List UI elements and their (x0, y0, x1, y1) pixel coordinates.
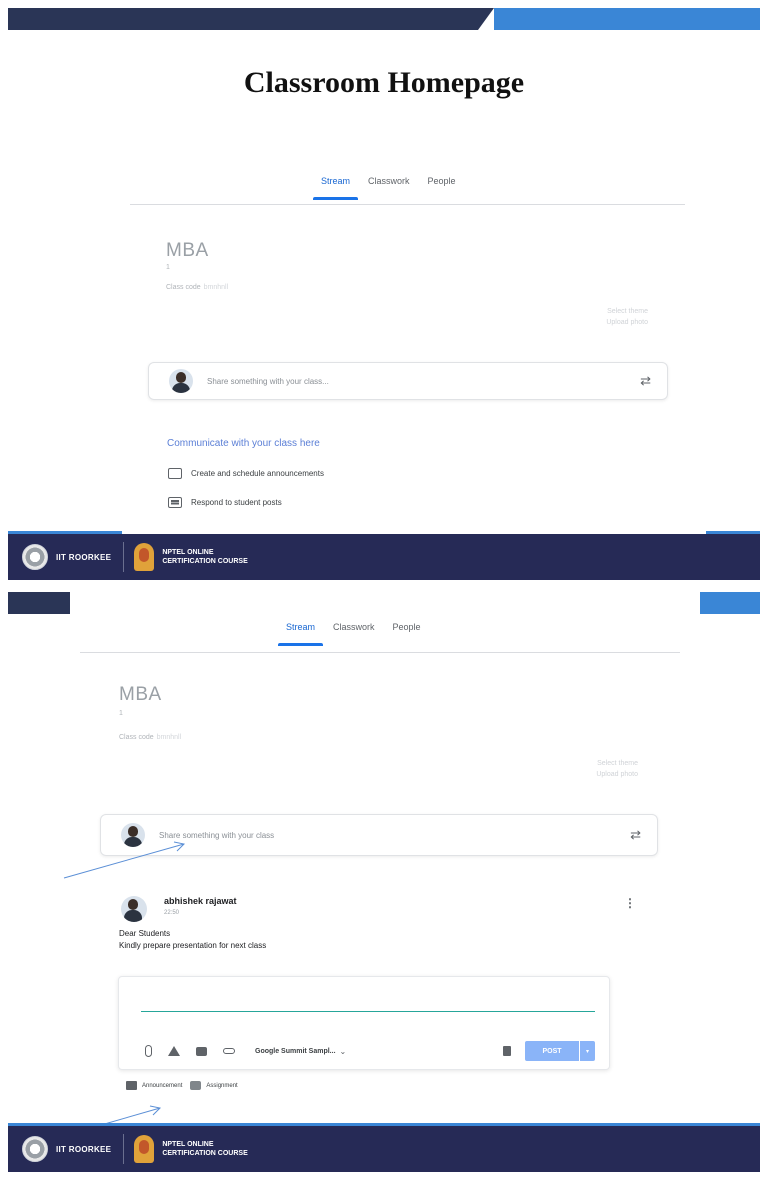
footer-divider (123, 1134, 125, 1164)
footer-nptel-line2: CERTIFICATION COURSE (162, 558, 248, 565)
student-posts-hint: Respond to student posts (168, 497, 282, 508)
top-band-wedge (478, 8, 494, 30)
tab-people[interactable]: People (428, 176, 456, 198)
upload-photo-link[interactable]: Upload photo (606, 317, 648, 328)
top-band-accent (494, 8, 760, 30)
select-theme-link[interactable]: Select theme (606, 306, 648, 317)
share-input[interactable]: Share something with your class... (207, 377, 640, 386)
communicate-title: Communicate with your class here (167, 438, 320, 449)
class-code-value: bmnhnll (203, 284, 229, 291)
footer: IIT ROORKEE NPTEL ONLINE CERTIFICATION C… (8, 1126, 760, 1172)
repost-icon[interactable]: ⇄ (640, 373, 651, 389)
footer-institute: IIT ROORKEE (56, 552, 112, 562)
footer-nptel-line2: CERTIFICATION COURSE (162, 1150, 248, 1157)
nptel-logo-icon (134, 543, 155, 571)
footer-nptel-line1: NPTEL ONLINE (162, 549, 214, 556)
announcements-hint: Create and schedule announcements (168, 468, 324, 479)
iit-seal-icon (22, 1136, 48, 1162)
class-code: Class code bmnhnll (166, 284, 228, 291)
student-posts-hint-label: Respond to student posts (191, 498, 282, 507)
arrow-to-share-box (63, 843, 185, 879)
tab-stream[interactable]: Stream (312, 176, 359, 200)
nptel-logo-icon (134, 1135, 155, 1163)
footer-divider (123, 542, 125, 572)
tab-bar: Stream Classwork People (312, 176, 456, 200)
annotation-arrows (27, 841, 186, 1147)
footer-nptel-line1: NPTEL ONLINE (162, 1141, 214, 1148)
footer-nptel: NPTEL ONLINE CERTIFICATION COURSE (162, 1140, 247, 1158)
avatar (169, 369, 193, 393)
tab-classwork[interactable]: Classwork (368, 176, 410, 198)
class-code-label: Class code (166, 284, 201, 291)
comment-icon (168, 497, 182, 508)
theme-links: Select theme Upload photo (606, 306, 648, 328)
footer-institute: IIT ROORKEE (56, 1144, 112, 1154)
footer: IIT ROORKEE NPTEL ONLINE CERTIFICATION C… (8, 534, 760, 580)
slide-2: Stream Classwork People MBA 1 Class code… (8, 592, 760, 1172)
iit-seal-icon (22, 544, 48, 570)
top-band (8, 8, 478, 30)
footer-nptel: NPTEL ONLINE CERTIFICATION COURSE (162, 548, 247, 566)
slide-title: Classroom Homepage (243, 66, 525, 99)
slide-1: Classroom Homepage Stream Classwork Peop… (8, 8, 760, 580)
class-name: MBA (166, 240, 209, 261)
class-section: 1 (166, 264, 170, 271)
announcements-hint-label: Create and schedule announcements (191, 469, 324, 478)
tabs-divider (130, 204, 685, 205)
announcement-icon (168, 468, 182, 479)
share-box[interactable]: Share something with your class... ⇄ (148, 362, 668, 400)
